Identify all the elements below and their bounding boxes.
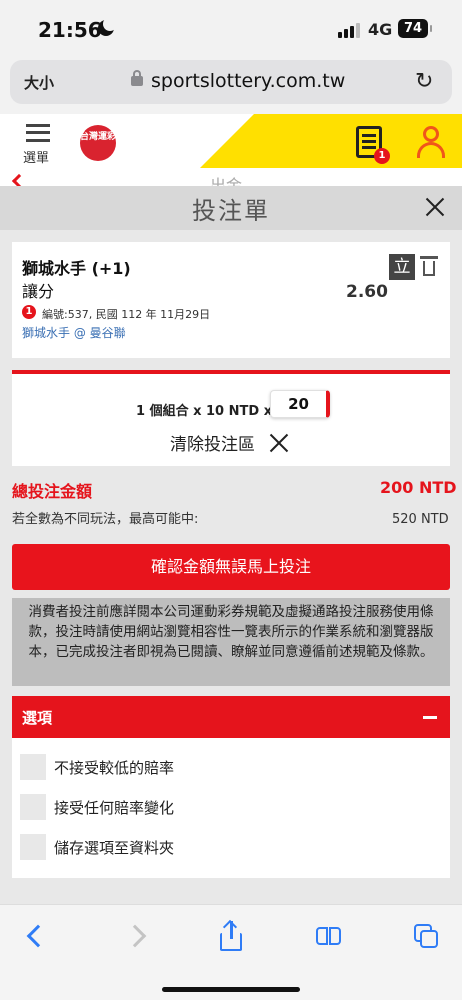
option-save-to-folder[interactable]: 儲存選項至資料夾 (20, 834, 440, 860)
clear-x-icon[interactable] (268, 432, 290, 454)
options-header[interactable]: 選項 (12, 696, 450, 738)
status-bar: 21:56 4G 74 (0, 0, 462, 58)
hamburger-icon (26, 124, 50, 142)
checkbox[interactable] (20, 794, 46, 820)
selection-odds: 2.60 (346, 282, 388, 302)
bet-selection-card: 獅城水手 (+1) 讓分 2.60 立 1 編號:537, 民國 112 年 1… (12, 242, 450, 358)
confirm-bet-button[interactable]: 確認金額無誤馬上投注 (12, 544, 450, 590)
stake-multiplier-input[interactable]: 20 (270, 390, 330, 418)
signal-icon (338, 22, 360, 38)
option-label: 不接受較低的賠率 (54, 759, 175, 777)
checkbox[interactable] (20, 754, 46, 780)
trash-icon[interactable] (420, 256, 438, 276)
option-label: 儲存選項至資料夾 (54, 839, 175, 857)
back-icon[interactable] (22, 923, 48, 949)
betslip-modal: 投注單 獅城水手 (+1) 讓分 2.60 立 1 編號:537, 民國 112… (0, 186, 462, 904)
browser-address-area: 大小 sportslottery.com.tw ↻ (0, 58, 462, 114)
lock-icon (131, 70, 143, 86)
combo-text: 1 個組合 x 10 NTD x (136, 404, 273, 419)
clear-betslip-label: 清除投注區 (170, 435, 255, 455)
close-icon[interactable] (422, 194, 448, 220)
option-reject-lower-odds[interactable]: 不接受較低的賠率 (20, 754, 440, 780)
checkbox[interactable] (20, 834, 46, 860)
battery-icon: 74 (398, 19, 432, 38)
menu-button[interactable]: 選單 (22, 122, 56, 166)
option-label: 接受任何賠率變化 (54, 799, 175, 817)
stake-section: 1 個組合 x 10 NTD x 20 清除投注區 (12, 370, 450, 466)
betslip-count-badge: 1 (374, 148, 390, 164)
options-panel: 選項 不接受較低的賠率 接受任何賠率變化 儲存選項至資料夾 (12, 696, 450, 878)
back-arrow-icon[interactable] (11, 173, 27, 186)
modal-title: 投注單 (192, 197, 270, 225)
selection-team: 獅城水手 (+1) (22, 259, 131, 278)
moon-icon (98, 17, 117, 36)
option-accept-any-odds[interactable]: 接受任何賠率變化 (20, 794, 440, 820)
browser-toolbar (0, 904, 462, 1000)
share-icon[interactable] (218, 919, 244, 951)
user-icon[interactable] (416, 126, 446, 158)
potential-win-label: 若全數為不同玩法，最高可能中: (12, 512, 199, 527)
page-title-peek: 出金 (210, 176, 243, 186)
stand-button[interactable]: 立 (389, 254, 415, 280)
text-size-button[interactable]: 大小 (24, 72, 54, 93)
potential-win-value: 520 NTD (392, 512, 449, 527)
modal-header: 投注單 (0, 186, 462, 230)
selection-match-link[interactable]: 獅城水手 @ 曼谷聯 (22, 324, 126, 341)
selection-index-badge: 1 (22, 305, 36, 319)
selection-meta: 編號:537, 民國 112 年 11月29日 (42, 308, 211, 321)
sports-lottery-logo[interactable]: 台灣運彩 (80, 125, 116, 161)
options-title: 選項 (22, 709, 53, 727)
tabs-icon[interactable] (414, 923, 440, 949)
menu-label: 選單 (23, 151, 50, 166)
address-bar[interactable]: 大小 sportslottery.com.tw ↻ (10, 60, 452, 104)
total-stake-value: 200 NTD (380, 478, 457, 497)
status-time: 21:56 (38, 18, 102, 42)
selection-market: 讓分 (22, 282, 55, 301)
home-indicator (162, 987, 300, 992)
network-type: 4G (368, 20, 393, 39)
site-header: 選單 台灣運彩 1 (0, 114, 462, 168)
page-behind-modal: 出金 (0, 168, 462, 186)
reload-icon[interactable]: ↻ (415, 69, 433, 94)
terms-notice: 消費者投注前應詳閱本公司運動彩券規範及虛擬通路投注服務使用條款，投注時請使用網站… (12, 598, 450, 686)
forward-icon[interactable] (124, 923, 150, 949)
url-text[interactable]: sportslottery.com.tw (151, 70, 345, 92)
total-stake-label: 總投注金額 (12, 482, 93, 501)
bookmarks-icon[interactable] (316, 923, 342, 949)
minus-icon[interactable] (423, 716, 437, 719)
